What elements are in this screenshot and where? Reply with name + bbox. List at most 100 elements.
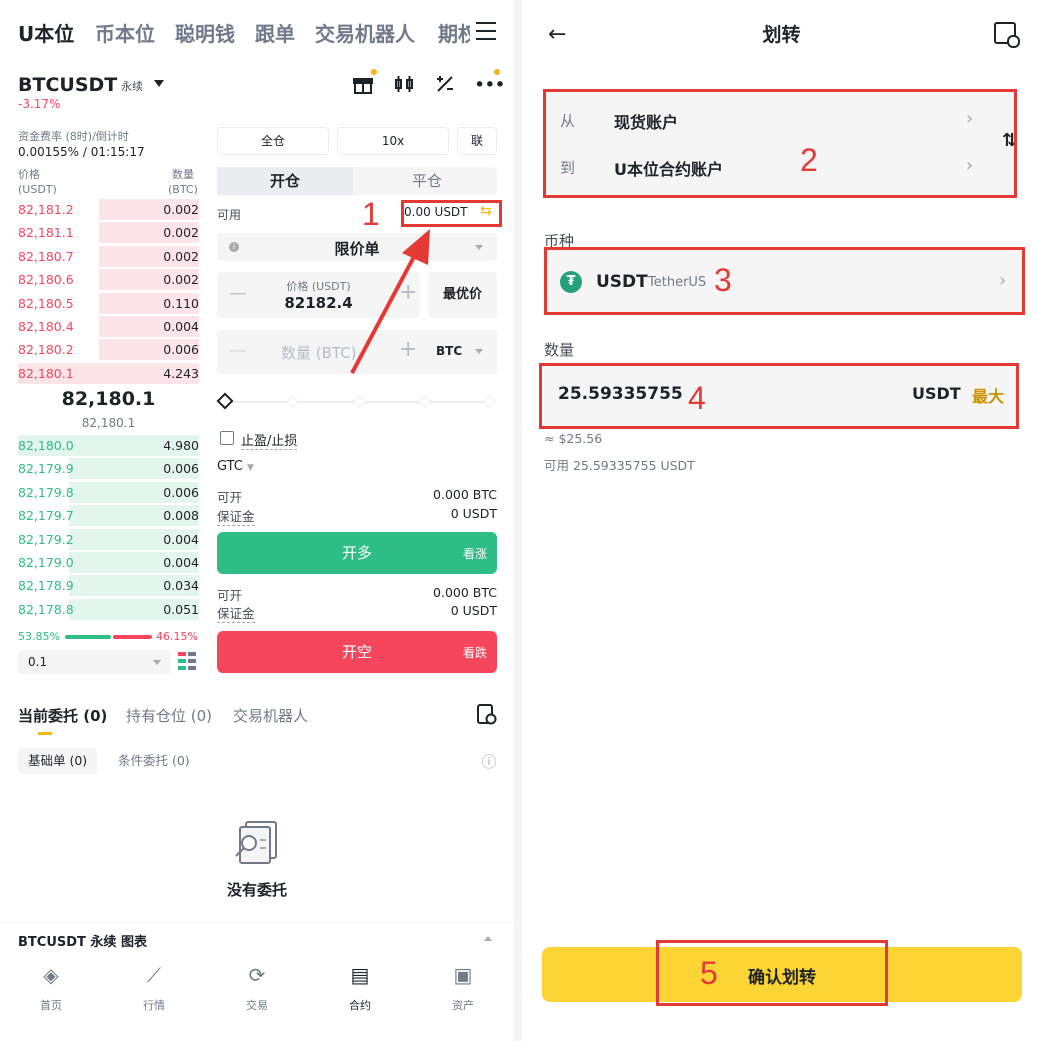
nav-home[interactable]: ◈ 首页 <box>0 955 102 1013</box>
open-short-label: 开空 <box>341 643 372 661</box>
annotation-box-4 <box>539 363 1019 429</box>
chevron-up-icon[interactable] <box>484 936 492 941</box>
price-unit: (USDT) <box>18 183 57 196</box>
bid-qty: 0.004 <box>163 555 199 570</box>
slider-tick[interactable] <box>483 395 496 408</box>
quantity-slider[interactable] <box>216 392 496 410</box>
bid-price: 82,178.9 <box>18 578 74 594</box>
symbol-dropdown-icon[interactable] <box>154 80 164 87</box>
calculator-icon[interactable] <box>433 73 457 97</box>
futures-panel: U本位 币本位 聪明钱 跟单 交易机器人 期权 BTCUSDT 永续 -3.17… <box>0 0 514 1041</box>
slider-tick[interactable] <box>353 395 366 408</box>
tab-options[interactable]: 期权 <box>438 18 470 47</box>
bid-row[interactable]: 82,179.0 0.004 <box>18 551 199 574</box>
symbol[interactable]: BTCUSDT <box>18 74 117 96</box>
open-long-button[interactable]: 开多 看涨 <box>217 532 497 574</box>
bid-price: 82,179.9 <box>18 461 74 477</box>
nav-futures-label: 合约 <box>349 999 371 1012</box>
nav-trade[interactable]: ⟳ 交易 <box>206 955 308 1013</box>
annotation-3: 3 <box>714 262 732 298</box>
info-icon[interactable]: ⓘ <box>477 750 501 774</box>
ask-qty: 4.243 <box>163 365 199 381</box>
last-price[interactable]: 82,180.1 <box>18 388 199 410</box>
long-margin-value: 0 USDT <box>450 506 497 521</box>
page-title: 划转 <box>762 24 801 46</box>
bid-row[interactable]: 82,179.9 0.006 <box>18 457 199 480</box>
menu-icon[interactable] <box>476 22 496 40</box>
tab-coinm[interactable]: 币本位 <box>95 18 155 47</box>
tab-trading-bots[interactable]: 交易机器人 <box>315 18 415 47</box>
tab-open-orders[interactable]: 当前委托 (0) <box>18 705 107 726</box>
wallet-icon: ▣ <box>453 963 473 987</box>
annotation-box-5 <box>656 940 888 1006</box>
amount-label: 数量 <box>544 341 575 359</box>
tab-basic-orders[interactable]: 基础单 (0) <box>18 748 98 774</box>
more-icon[interactable]: ••• <box>474 73 506 97</box>
ask-row[interactable]: 82,180.7 0.002 <box>18 245 199 268</box>
ask-qty: 0.002 <box>163 272 199 288</box>
bid-row[interactable]: 82,179.2 0.004 <box>18 528 199 551</box>
annotation-box-1 <box>401 200 502 227</box>
ask-price: 82,181.2 <box>18 202 74 217</box>
nav-futures[interactable]: ▤ 合约 <box>309 955 411 1013</box>
tab-bots[interactable]: 交易机器人 <box>233 705 308 726</box>
buy-ratio-bar <box>65 635 111 639</box>
time-in-force[interactable]: GTC ▼ <box>217 459 254 474</box>
ask-row[interactable]: 82,180.5 0.110 <box>18 292 199 315</box>
slider-handle[interactable] <box>216 392 234 410</box>
long-max-label: 可开 <box>217 490 243 505</box>
ask-row[interactable]: 82,180.6 0.002 <box>18 268 199 291</box>
slider-tick[interactable] <box>286 395 299 408</box>
chevron-down-icon <box>475 349 483 354</box>
bid-row[interactable]: 82,180.0 4.980 <box>18 434 199 457</box>
ask-row[interactable]: 82,181.1 0.002 <box>18 221 199 244</box>
leverage-button[interactable]: 10x <box>337 127 449 155</box>
annotation-box-2 <box>543 89 1017 198</box>
tab-close[interactable]: 平仓 <box>357 167 497 195</box>
open-short-button[interactable]: 开空 看跌 <box>217 631 497 673</box>
ask-row[interactable]: 82,180.1 4.243 <box>18 362 199 385</box>
tab-smart-money[interactable]: 聪明钱 <box>175 18 235 47</box>
tab-conditional-orders[interactable]: 条件委托 (0) <box>108 748 200 774</box>
position-mode-button[interactable]: 联 <box>457 127 497 155</box>
long-max-value: 0.000 BTC <box>433 487 497 502</box>
empty-orders-icon <box>232 818 282 868</box>
gift-icon[interactable] <box>351 73 375 97</box>
ask-row[interactable]: 82,180.2 0.006 <box>18 338 199 361</box>
minus-icon[interactable]: — <box>229 340 247 361</box>
bid-row[interactable]: 82,178.9 0.034 <box>18 574 199 597</box>
ask-row[interactable]: 82,180.4 0.004 <box>18 315 199 338</box>
margin-mode-button[interactable]: 全仓 <box>217 127 329 155</box>
qty-unit: (BTC) <box>168 183 198 196</box>
history-icon[interactable] <box>474 703 498 727</box>
chevron-down-icon: ▼ <box>247 463 254 473</box>
nav-assets[interactable]: ▣ 资产 <box>412 955 514 1013</box>
tab-positions[interactable]: 持有仓位 (0) <box>126 705 212 726</box>
bid-row[interactable]: 82,179.7 0.008 <box>18 504 199 527</box>
tpsl-checkbox[interactable] <box>220 431 234 445</box>
ask-row[interactable]: 82,181.2 0.002 <box>18 198 199 221</box>
bid-row[interactable]: 82,179.8 0.006 <box>18 481 199 504</box>
bid-row[interactable]: 82,178.8 0.051 <box>18 598 199 621</box>
tpsl-label[interactable]: 止盈/止损 <box>241 430 298 450</box>
nav-home-label: 首页 <box>40 999 62 1012</box>
futures-icon: ▤ <box>350 963 370 987</box>
orderbook-layout-icon[interactable] <box>178 652 198 670</box>
ask-price: 82,180.4 <box>18 319 74 334</box>
ask-price: 82,180.5 <box>18 295 74 311</box>
history-icon[interactable] <box>994 22 1020 48</box>
precision-value: 0.1 <box>28 655 48 669</box>
ask-qty: 0.002 <box>163 225 199 241</box>
slider-tick[interactable] <box>418 395 431 408</box>
qty-header: 数量 <box>172 168 194 181</box>
tab-usdm[interactable]: U本位 <box>18 18 74 47</box>
ask-qty: 0.006 <box>163 342 199 358</box>
tab-copy-trading[interactable]: 跟单 <box>255 18 295 47</box>
precision-select[interactable]: 0.1 <box>18 650 171 674</box>
tab-open[interactable]: 开仓 <box>217 167 353 195</box>
home-icon: ◈ <box>43 963 59 987</box>
candlestick-icon[interactable] <box>392 73 416 97</box>
nav-markets[interactable]: ⟋ 行情 <box>103 955 205 1013</box>
buy-ratio: 53.85% <box>18 630 60 643</box>
chart-bar[interactable]: BTCUSDT 永续 图表 <box>0 922 514 952</box>
